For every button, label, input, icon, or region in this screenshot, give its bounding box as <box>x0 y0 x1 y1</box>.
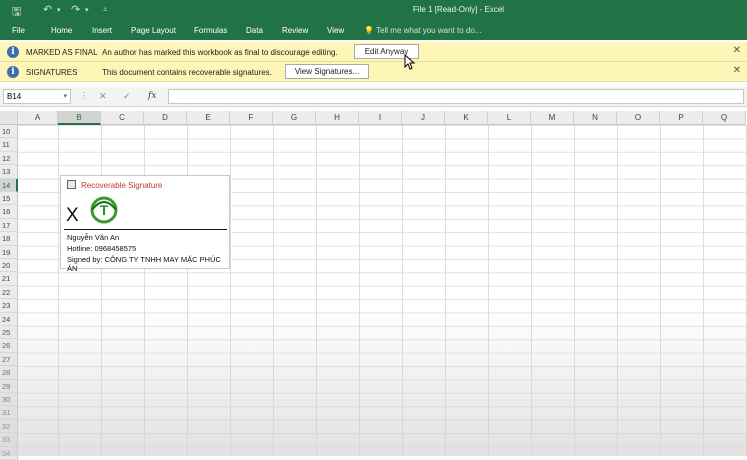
chevron-down-icon[interactable]: ▾ <box>63 92 67 100</box>
column-header-p[interactable]: P <box>660 111 703 125</box>
insert-function-button[interactable]: fx <box>148 91 156 101</box>
enter-icon[interactable]: ✓ <box>123 91 131 102</box>
view-signatures-button[interactable]: View Signatures... <box>285 64 369 79</box>
row-header-21[interactable]: 21 <box>0 272 18 286</box>
row-header-20[interactable]: 20 <box>0 259 18 273</box>
row-header-18[interactable]: 18 <box>0 232 18 246</box>
signature-icon <box>67 180 76 189</box>
row-header-19[interactable]: 19 <box>0 245 18 259</box>
company-logo-icon: T <box>90 196 118 224</box>
row-header-31[interactable]: 31 <box>0 406 18 420</box>
signature-line[interactable]: Recoverable Signature X T Nguyễn Văn An … <box>60 175 230 273</box>
column-header-c[interactable]: C <box>101 111 144 125</box>
banner-heading: MARKED AS FINAL <box>26 48 98 57</box>
row-header-17[interactable]: 17 <box>0 218 18 233</box>
row-header-16[interactable]: 16 <box>0 205 18 219</box>
window-title: File 1 [Read-Only] - Excel <box>412 5 505 14</box>
close-icon[interactable]: ✕ <box>733 45 741 56</box>
info-icon: i <box>7 66 19 78</box>
logo-letter: T <box>100 202 109 218</box>
row-header-24[interactable]: 24 <box>0 312 18 326</box>
row-header-26[interactable]: 26 <box>0 339 18 353</box>
signatures-bar: i SIGNATURES This document contains reco… <box>0 62 747 82</box>
signer-name: Nguyễn Văn An <box>67 233 120 242</box>
row-header-15[interactable]: 15 <box>0 192 18 206</box>
tab-insert[interactable]: Insert <box>92 26 112 35</box>
column-header-h[interactable]: H <box>316 111 359 125</box>
banner-text: An author has marked this workbook as fi… <box>102 48 338 57</box>
row-header-28[interactable]: 28 <box>0 366 18 380</box>
row-header-32[interactable]: 32 <box>0 419 18 434</box>
cancel-icon[interactable]: ✕ <box>99 91 107 102</box>
column-header-e[interactable]: E <box>187 111 230 125</box>
tell-me-label: Tell me what you want to do... <box>376 26 482 35</box>
row-header-33[interactable]: 33 <box>0 433 18 447</box>
more-icon: ⋮ <box>80 91 88 100</box>
signature-header-label: Recoverable Signature <box>81 181 163 190</box>
row-header-22[interactable]: 22 <box>0 285 18 300</box>
signature-x-mark: X <box>66 205 79 226</box>
close-icon[interactable]: ✕ <box>733 65 741 76</box>
tab-view[interactable]: View <box>327 26 344 35</box>
name-box[interactable]: B14 ▾ <box>3 89 71 104</box>
column-header-o[interactable]: O <box>617 111 660 125</box>
row-header-12[interactable]: 12 <box>0 151 18 166</box>
column-header-g[interactable]: G <box>273 111 316 125</box>
column-header-n[interactable]: N <box>574 111 617 125</box>
row-header-30[interactable]: 30 <box>0 393 18 407</box>
column-header-i[interactable]: I <box>359 111 402 125</box>
column-header-j[interactable]: J <box>402 111 445 125</box>
mouse-cursor-icon <box>404 54 416 70</box>
marked-as-final-bar: i MARKED AS FINAL An author has marked t… <box>0 42 747 62</box>
row-header-27[interactable]: 27 <box>0 352 18 367</box>
column-header-d[interactable]: D <box>144 111 187 125</box>
tab-home[interactable]: Home <box>51 26 72 35</box>
row-header-13[interactable]: 13 <box>0 165 18 179</box>
tab-review[interactable]: Review <box>282 26 308 35</box>
row-header-25[interactable]: 25 <box>0 326 18 340</box>
signed-by: Signed by: CÔNG TY TNHH MAY MẶC PHÚC ÁN <box>67 255 221 273</box>
row-header-11[interactable]: 11 <box>0 138 18 152</box>
row-header-10[interactable]: 10 <box>0 125 18 139</box>
signature-underline <box>64 229 227 230</box>
row-header-23[interactable]: 23 <box>0 299 18 313</box>
row-header-14[interactable]: 14 <box>0 178 18 192</box>
row-header-34[interactable]: 34 <box>0 446 18 460</box>
tab-formulas[interactable]: Formulas <box>194 26 227 35</box>
name-box-value: B14 <box>7 92 22 101</box>
ribbon-tabs: File Home Insert Page Layout Formulas Da… <box>0 22 747 40</box>
tab-file[interactable]: File <box>12 26 25 35</box>
lightbulb-icon: 💡 <box>364 26 374 35</box>
title-bar: 🖫 ↶ ▾ ↷ ▾ ⩡ File 1 [Read-Only] - Excel <box>0 0 747 22</box>
tell-me-search[interactable]: 💡 Tell me what you want to do... <box>364 26 481 35</box>
column-header-f[interactable]: F <box>230 111 273 125</box>
column-header-k[interactable]: K <box>445 111 488 125</box>
column-header-l[interactable]: L <box>488 111 531 125</box>
select-all-corner[interactable] <box>0 111 18 125</box>
column-header-q[interactable]: Q <box>703 111 746 125</box>
signature-header: Recoverable Signature <box>67 180 162 190</box>
tab-page-layout[interactable]: Page Layout <box>131 26 176 35</box>
banner-heading: SIGNATURES <box>26 68 78 77</box>
banner-text: This document contains recoverable signa… <box>102 68 272 77</box>
column-header-a[interactable]: A <box>18 111 58 125</box>
column-header-b[interactable]: B <box>58 111 101 125</box>
tab-data[interactable]: Data <box>246 26 263 35</box>
formula-bar: B14 ▾ ⋮ ✕ ✓ fx <box>0 87 747 107</box>
info-icon: i <box>7 46 19 58</box>
signer-hotline: Hotline: 0968458575 <box>67 244 137 253</box>
row-header-29[interactable]: 29 <box>0 379 18 393</box>
formula-input[interactable] <box>168 89 744 104</box>
worksheet-grid: ABCDEFGHIJKLMNOPQ 10 11 12 13 14 15 16 17 18 19 20… <box>0 111 747 460</box>
column-header-m[interactable]: M <box>531 111 574 125</box>
